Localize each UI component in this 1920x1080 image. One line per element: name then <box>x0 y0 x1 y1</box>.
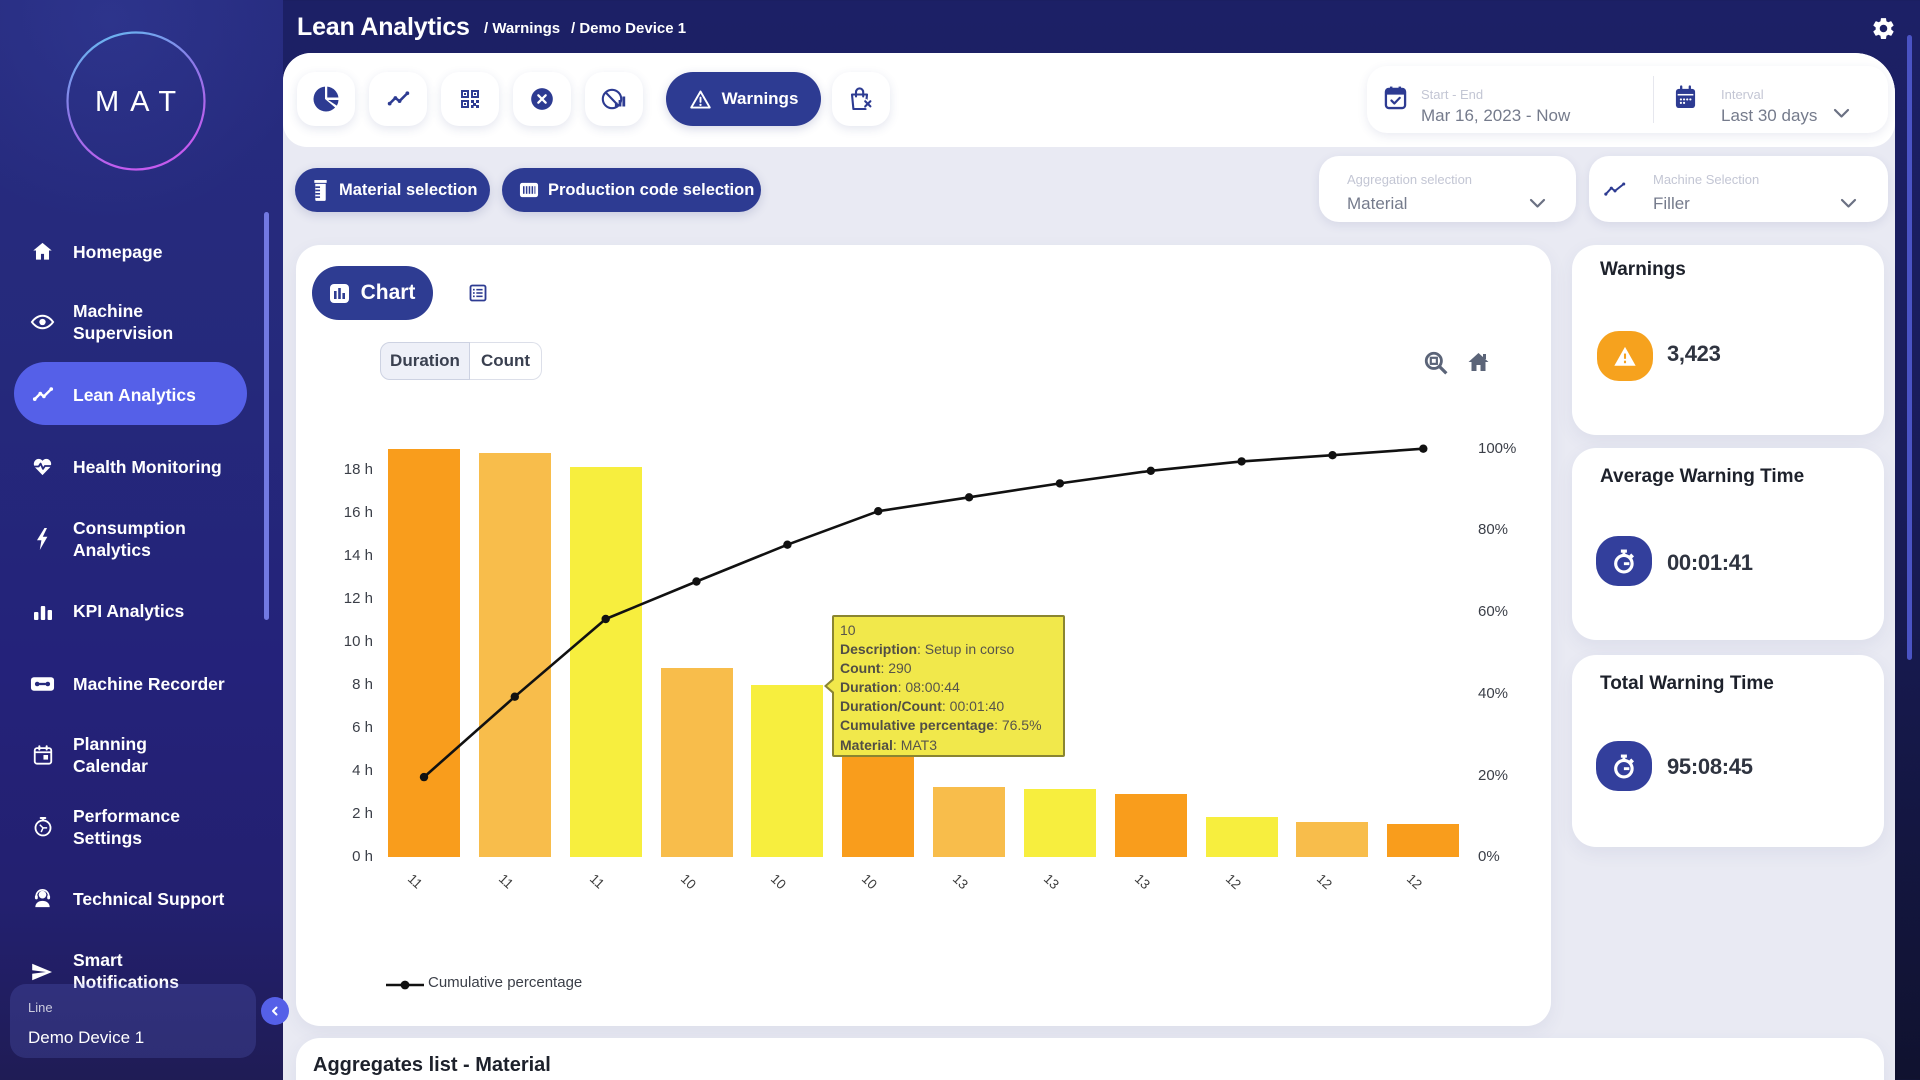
svg-text:MAT: MAT <box>95 86 187 118</box>
